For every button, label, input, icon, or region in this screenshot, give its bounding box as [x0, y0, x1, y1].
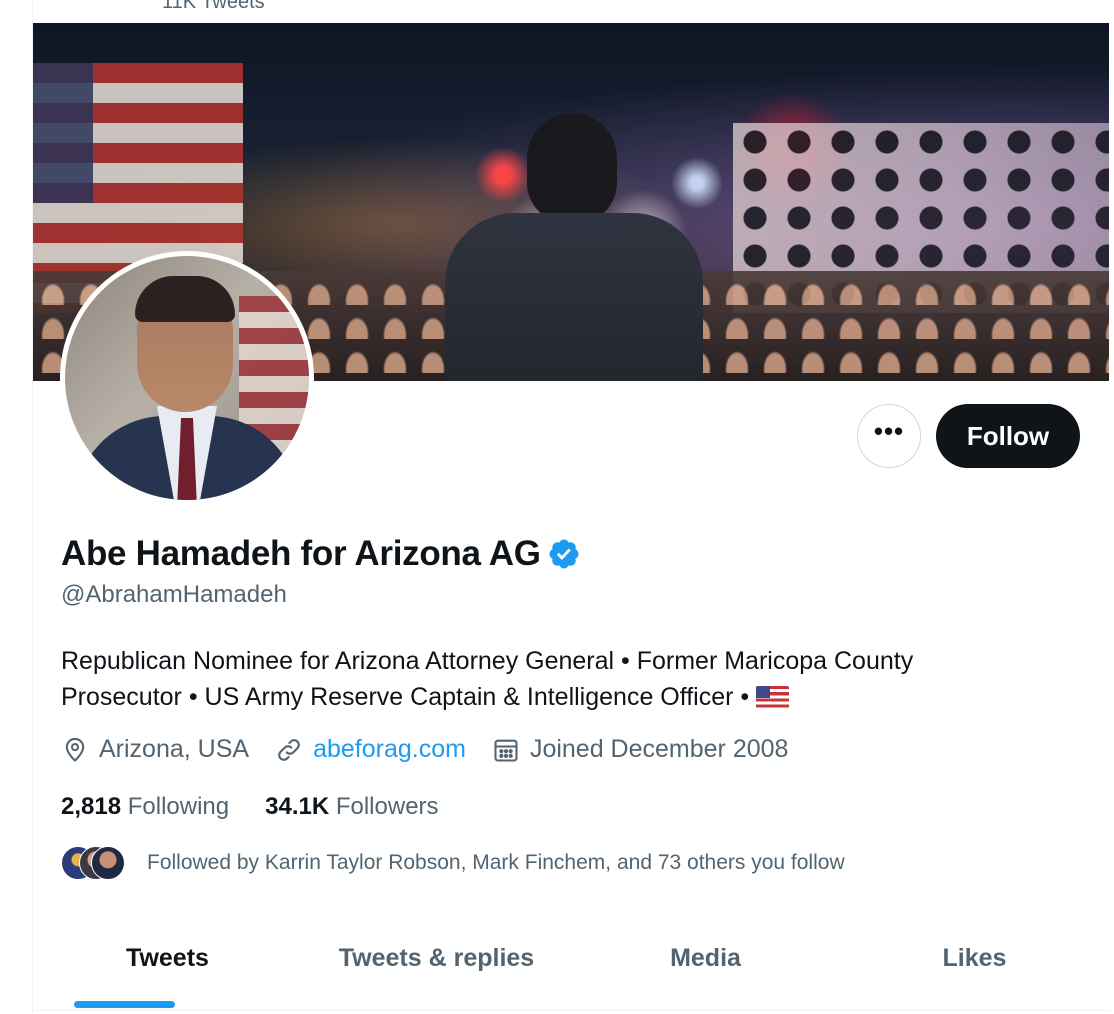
us-flag-emoji-icon: [756, 686, 790, 708]
followed-by-avatars: [61, 846, 131, 880]
joined-text: Joined December 2008: [529, 735, 789, 763]
banner-speaker: [445, 113, 703, 381]
display-name: Abe Hamadeh for Arizona AG: [61, 534, 541, 573]
tab-media[interactable]: Media: [571, 930, 840, 1010]
bio-line-2: Prosecutor • US Army Reserve Captain & I…: [61, 679, 1061, 715]
followers-link[interactable]: 34.1K Followers: [265, 793, 438, 821]
following-label: Following: [127, 793, 230, 820]
website-link[interactable]: abeforag.com: [313, 735, 466, 764]
joined-item: Joined December 2008: [492, 735, 789, 764]
profile-bio: Republican Nominee for Arizona Attorney …: [61, 643, 1061, 715]
followed-by-row[interactable]: Followed by Karrin Taylor Robson, Mark F…: [61, 846, 845, 880]
profile-avatar[interactable]: [60, 251, 314, 505]
banner-flag-canton: [33, 63, 93, 203]
more-options-button[interactable]: •••: [857, 404, 921, 468]
profile-name-row: Abe Hamadeh for Arizona AG: [61, 534, 581, 574]
location-pin-icon: [65, 737, 85, 762]
bio-line-2-text: Prosecutor • US Army Reserve Captain & I…: [61, 683, 750, 711]
tabs-divider: [33, 1010, 1109, 1011]
mini-avatar: [91, 846, 125, 880]
verified-badge-icon[interactable]: [547, 537, 581, 571]
location-text: Arizona, USA: [99, 735, 250, 763]
profile-stats: 2,818 Following 34.1K Followers: [61, 793, 475, 821]
tab-tweets[interactable]: Tweets: [33, 930, 302, 1010]
active-tab-indicator: [74, 1001, 175, 1008]
link-icon: [278, 738, 300, 761]
calendar-icon: [494, 739, 518, 762]
website-item[interactable]: abeforag.com: [275, 735, 466, 764]
following-count: 2,818: [61, 793, 122, 820]
profile-meta: Arizona, USA abeforag.com Joined Decembe…: [61, 735, 814, 764]
more-icon: •••: [873, 416, 905, 446]
followers-label: Followers: [335, 793, 439, 820]
profile-handle: @AbrahamHamadeh: [61, 581, 287, 608]
tab-likes[interactable]: Likes: [840, 930, 1109, 1010]
location-item: Arizona, USA: [61, 735, 249, 764]
tab-tweets-replies[interactable]: Tweets & replies: [302, 930, 571, 1010]
follow-button[interactable]: Follow: [936, 404, 1080, 468]
following-link[interactable]: 2,818 Following: [61, 793, 229, 821]
header-tweet-count: 11K Tweets: [162, 0, 265, 13]
bio-line-1: Republican Nominee for Arizona Attorney …: [61, 647, 914, 675]
followed-by-text[interactable]: Followed by Karrin Taylor Robson, Mark F…: [147, 851, 845, 875]
profile-tabs: Tweets Tweets & replies Media Likes: [33, 930, 1109, 1010]
followers-count: 34.1K: [265, 793, 330, 820]
